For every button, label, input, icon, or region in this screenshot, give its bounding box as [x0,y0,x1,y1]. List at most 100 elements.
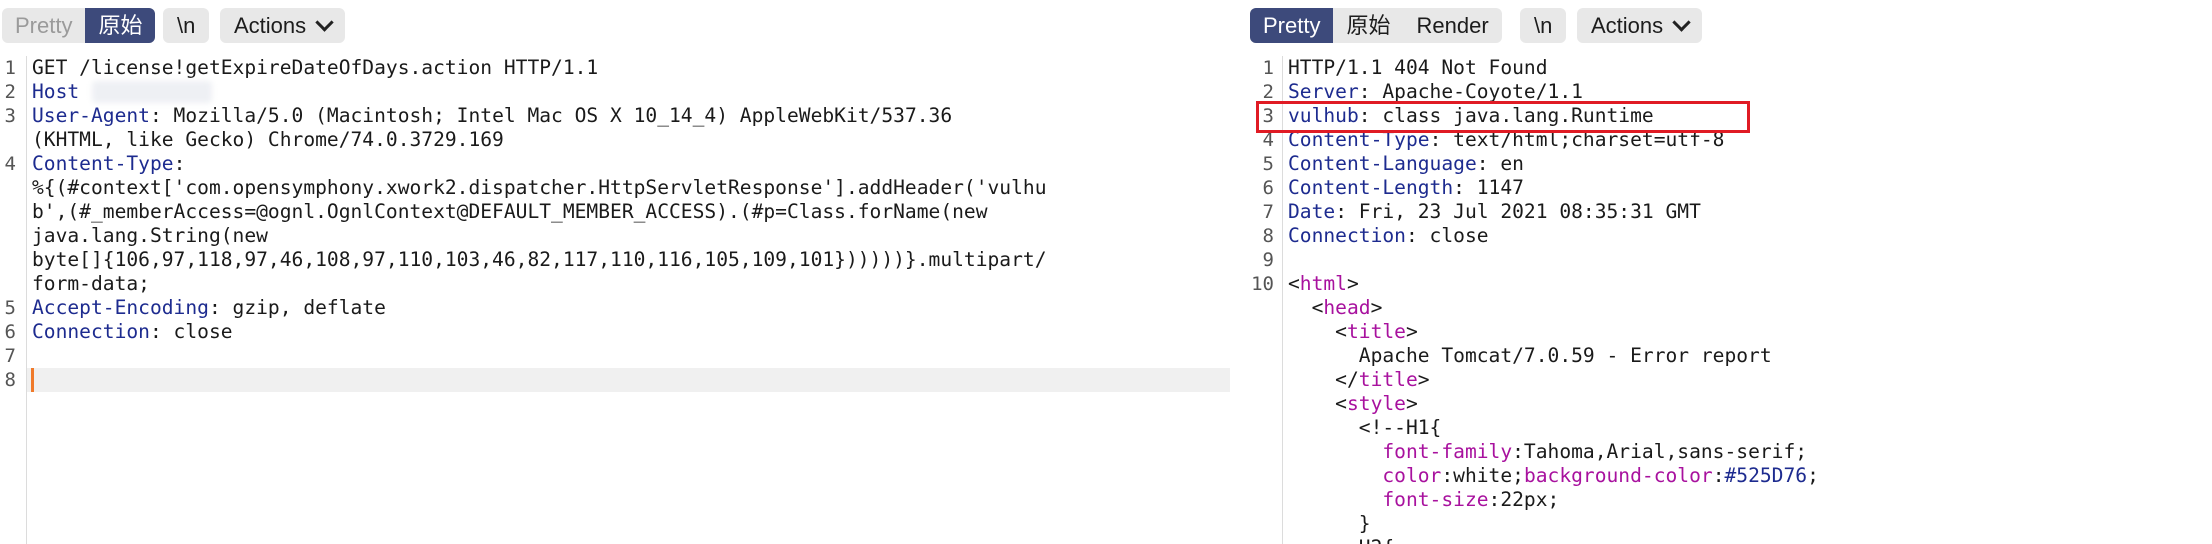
code-text: < [1288,320,1347,343]
code-text: ; [1807,464,1819,487]
code-line: %{(#context['com.opensymphony.xwork2.dis… [32,176,1047,200]
code-line: Date: Fri, 23 Jul 2021 08:35:31 GMT [1288,200,1701,224]
markup-token: title [1346,320,1406,343]
response-newline-toggle[interactable]: \n [1520,8,1567,43]
code-text: b',(#_memberAccess=@ognl.OgnlContext@DEF… [32,200,988,223]
code-text: : Apache-Coyote/1.1 [1358,80,1583,103]
line-number: 9 [1262,249,1274,271]
code-text: > [1370,296,1383,319]
code-text: (KHTML, like Gecko) Chrome/74.0.3729.169 [32,128,504,151]
response-editor[interactable]: 1 HTTP/1.1 404 Not Found 2 Server: Apache-C… [1250,56,2212,544]
line-number: 7 [4,345,16,367]
markup-token: color [1382,464,1442,487]
header-key: Connection [32,320,150,343]
line-number: 6 [1262,177,1274,199]
code-line: Apache Tomcat/7.0.59 - Error report [1288,344,1772,368]
code-text: java.lang.String(new [32,224,268,247]
code-text: GET /license!getExpireDateOfDays.action … [32,56,599,79]
http-message-viewer: Pretty 原始 \n Actions 1 GET /license!getEx… [0,0,2212,544]
header-key: Accept-Encoding [32,296,209,319]
request-newline-toggle[interactable]: \n [163,8,210,43]
code-line: User-Agent: Mozilla/5.0 (Macintosh; Inte… [32,104,952,128]
response-render-tab[interactable]: Render [1403,8,1501,43]
markup-token: head [1323,296,1371,319]
request-pane: Pretty 原始 \n Actions 1 GET /license!getEx… [0,0,1230,544]
code-line: java.lang.String(new [32,224,268,248]
code-line: font-family:Tahoma,Arial,sans-serif; [1288,440,1807,464]
line-number: 5 [4,297,16,319]
code-line: } [1288,512,1371,536]
line-number: 1 [4,57,16,79]
header-key: Content-Length [1288,176,1454,199]
line-number: 8 [4,369,16,391]
code-text: :Tahoma,Arial,sans-serif; [1512,440,1808,463]
code-text: %{(#context['com.opensymphony.xwork2.dis… [32,176,1047,199]
line-number: 2 [4,81,16,103]
code-text: </ [1288,368,1359,391]
markup-token: html [1299,272,1347,295]
code-text: < [1288,392,1347,415]
code-line: <title> [1288,320,1418,344]
code-text: < [1288,296,1324,319]
code-line: <head> [1288,296,1383,320]
request-gutter-divider [26,56,27,544]
code-line: Content-Language: en [1288,152,1524,176]
code-line: Content-Type: [32,152,185,176]
code-text: : close [149,320,233,343]
code-line: <!--H1{ [1288,416,1442,440]
chevron-down-icon [315,13,334,32]
markup-token: style [1346,392,1406,415]
response-pretty-tab[interactable]: Pretty [1250,8,1334,43]
code-line: (KHTML, like Gecko) Chrome/74.0.3729.169 [32,128,504,152]
code-text: : Mozilla/5.0 (Macintosh; Intel Mac OS X… [149,104,953,127]
code-text: > [1417,368,1430,391]
code-line: byte[]{106,97,118,97,46,108,97,110,103,4… [32,248,1047,272]
markup-token: background-color [1523,464,1713,487]
code-text: <!--H1{ [1288,416,1442,439]
code-text: Apache Tomcat/7.0.59 - Error report [1288,344,1772,367]
markup-token: font-family [1382,440,1513,463]
code-text: byte[]{106,97,118,97,46,108,97,110,103,4… [32,248,1047,271]
redacted-host-value [92,81,212,103]
code-line: <style> [1288,392,1418,416]
request-raw-tab[interactable]: 原始 [85,8,156,43]
line-number: 10 [1251,273,1274,295]
code-line: Connection: close [1288,224,1489,248]
request-editor[interactable]: 1 GET /license!getExpireDateOfDays.action… [0,56,1230,544]
code-text: :22px; [1488,488,1560,511]
request-actions-label: Actions [234,13,307,38]
text-cursor [31,368,34,392]
header-key: Date [1288,200,1336,223]
highlight-annotation-box [1256,101,1750,133]
code-text: form-data; [32,272,150,295]
code-text: : en [1476,152,1524,175]
code-line: HTTP/1.1 404 Not Found [1288,56,1548,80]
header-key: Server [1288,80,1359,103]
request-actions-menu[interactable]: Actions [220,8,346,43]
code-text: > [1405,320,1418,343]
code-text: : gzip, deflate [208,296,386,319]
request-toolbar: Pretty 原始 \n Actions [0,0,1230,48]
header-key: Content-Type [32,152,174,175]
line-number: 8 [1262,225,1274,247]
response-raw-tab[interactable]: 原始 [1333,8,1403,43]
code-line: font-size:22px; [1288,488,1559,512]
markup-token: title [1358,368,1418,391]
response-newline-label: \n [1534,13,1553,38]
current-line-highlight [27,368,1230,392]
request-pretty-tab[interactable]: Pretty [2,8,85,43]
code-text: : [173,152,186,175]
code-line: <html> [1288,272,1359,296]
code-line: H2{ [1288,536,1394,544]
request-view-mode-group: Pretty 原始 [2,8,156,43]
code-text: HTTP/1.1 404 Not Found [1288,56,1548,79]
response-toolbar: Pretty 原始 Render \n Actions [1250,0,2212,48]
code-line: form-data; [32,272,150,296]
chevron-down-icon [1672,13,1691,32]
response-actions-menu[interactable]: Actions [1577,8,1703,43]
request-newline-label: \n [177,13,196,38]
line-number: 3 [4,105,16,127]
code-line: Content-Length: 1147 [1288,176,1524,200]
